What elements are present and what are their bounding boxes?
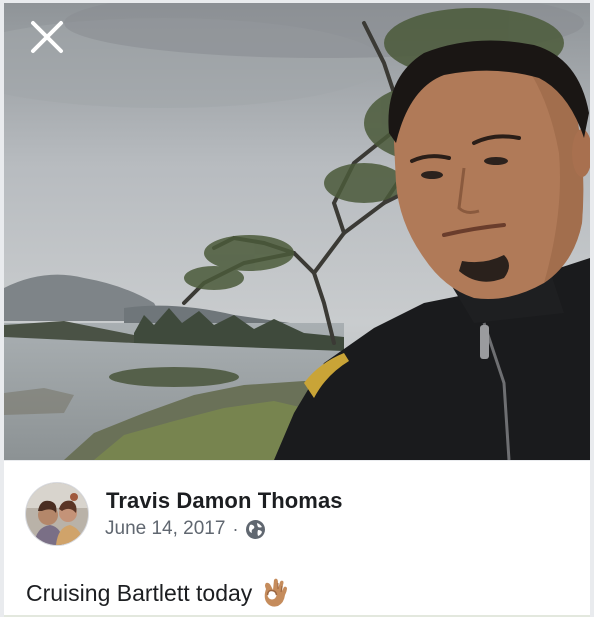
selfie-scene xyxy=(4,3,590,460)
meta-separator: · xyxy=(232,518,239,539)
post-meta: June 14, 2017 · xyxy=(105,518,266,540)
author-name[interactable]: Travis Damon Thomas xyxy=(106,488,343,514)
close-button[interactable] xyxy=(28,18,66,56)
profile-picture xyxy=(26,483,88,545)
post-photo[interactable] xyxy=(4,3,590,460)
post-text-content: Cruising Bartlett today xyxy=(26,579,253,606)
close-icon xyxy=(31,21,63,53)
post-text: Cruising Bartlett today xyxy=(26,577,290,609)
avatar[interactable] xyxy=(26,483,88,545)
post-card: Travis Damon Thomas June 14, 2017 · Crui… xyxy=(4,461,590,617)
ok-hand-emoji-icon xyxy=(260,577,290,609)
post-date[interactable]: June 14, 2017 xyxy=(105,518,225,540)
globe-icon[interactable] xyxy=(245,519,266,540)
